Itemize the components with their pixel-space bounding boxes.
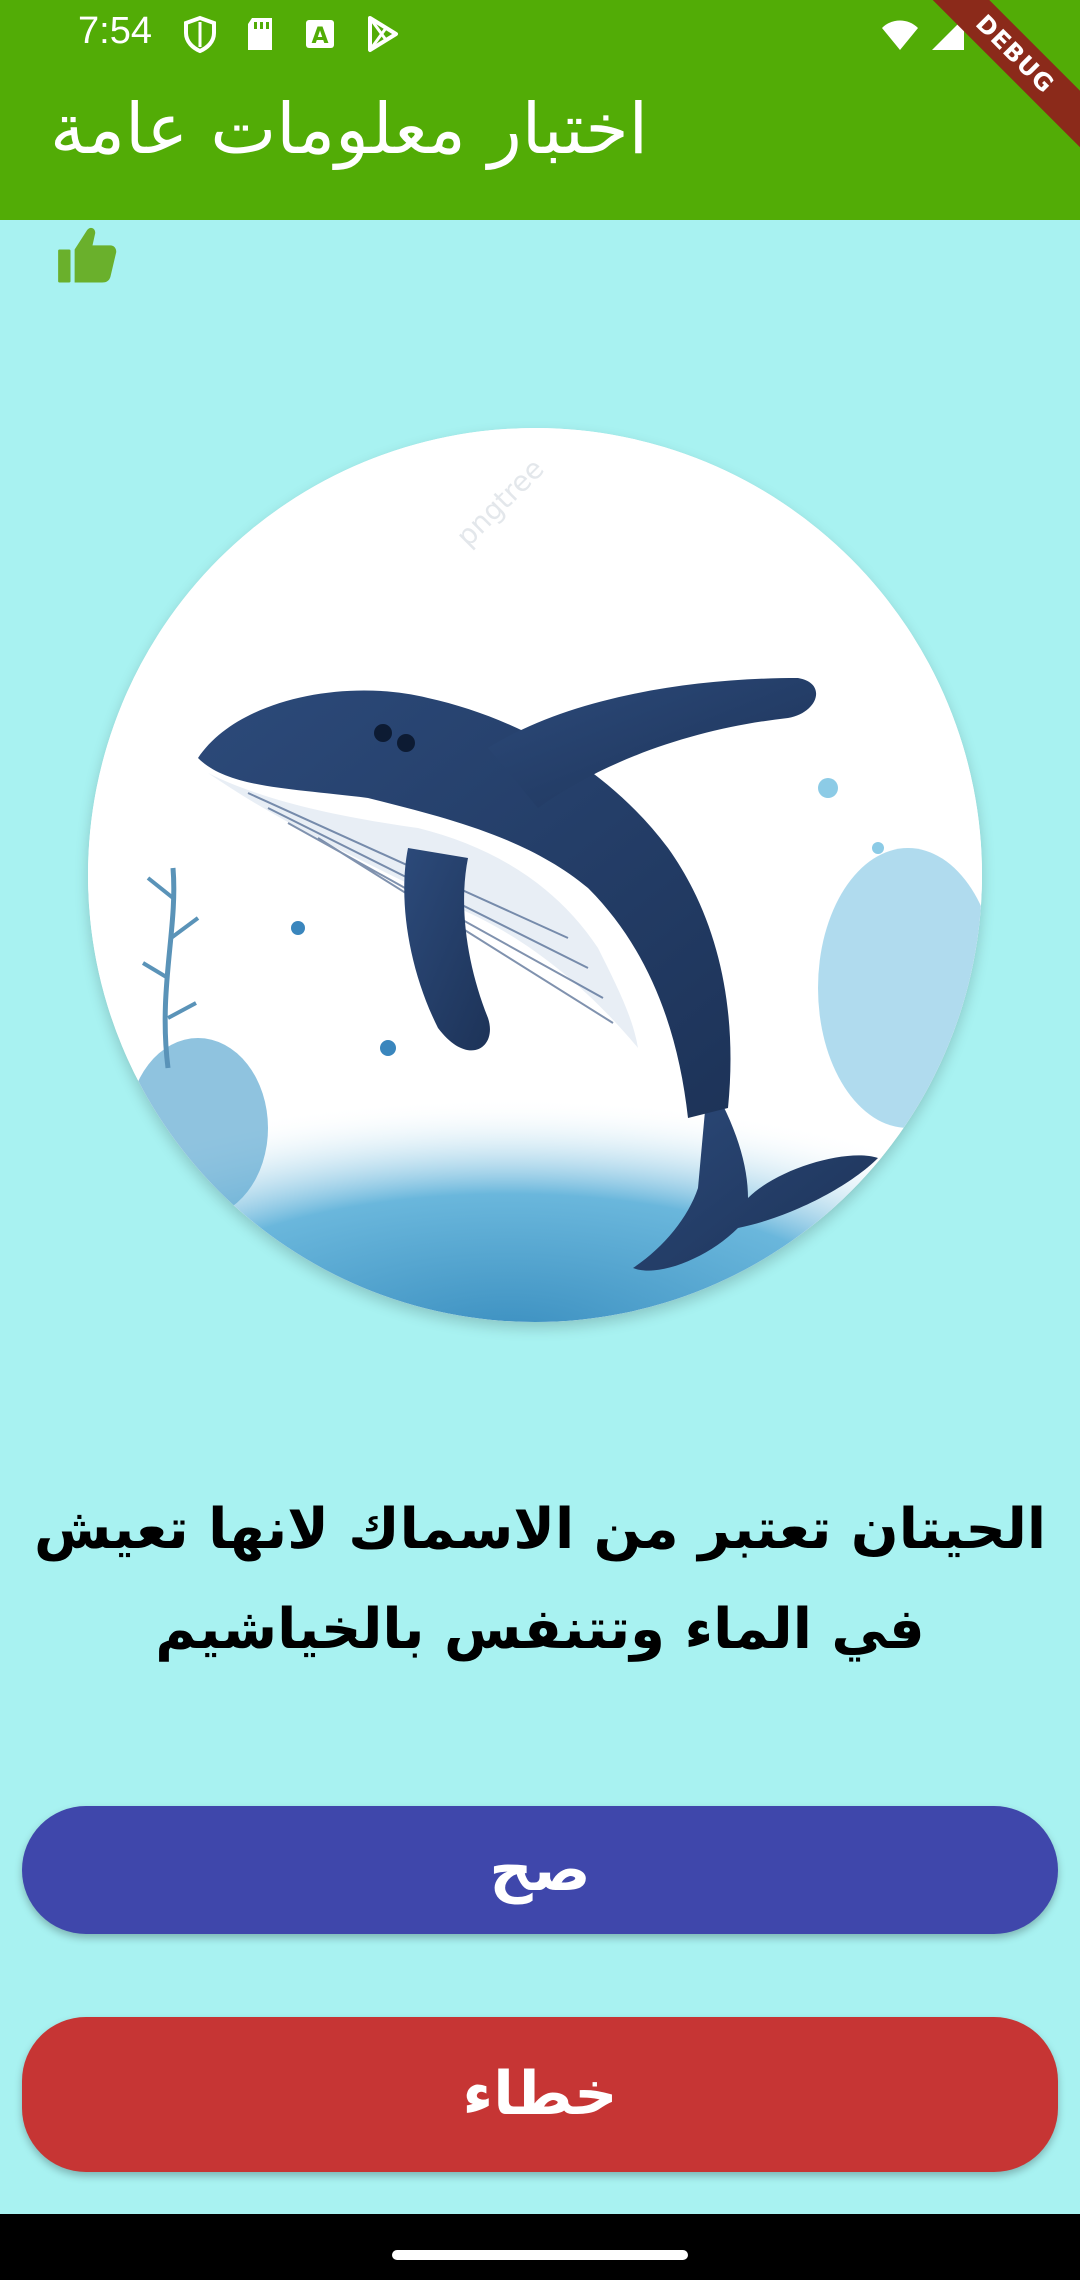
app-bar: 7:54 A اختبار معلومات عامة DEBUG [0,0,1080,220]
false-button[interactable]: خطاء [22,2017,1058,2172]
play-store-icon [368,16,398,52]
navigation-bar [0,2214,1080,2280]
whale-illustration: pngtree [88,428,982,1322]
thumb-up-icon [58,227,117,283]
home-gesture-handle[interactable] [392,2250,688,2260]
shield-icon [184,15,216,54]
true-button[interactable]: صح [22,1806,1058,1934]
app-screen: 7:54 A اختبار معلومات عامة DEBUG pngtree… [0,0,1080,2280]
app-title: اختبار معلومات عامة [50,88,649,170]
svg-text:A: A [311,24,328,49]
question-text: الحيتان تعتبر من الاسماك لانها تعيش في ا… [33,1497,1047,1662]
status-bar: 7:54 A [0,0,1080,70]
text-a-icon: A [306,20,334,49]
wifi-icon [882,20,918,50]
status-time: 7:54 [78,10,152,52]
question-image: pngtree [88,428,982,1322]
sd-card-icon [248,18,272,50]
